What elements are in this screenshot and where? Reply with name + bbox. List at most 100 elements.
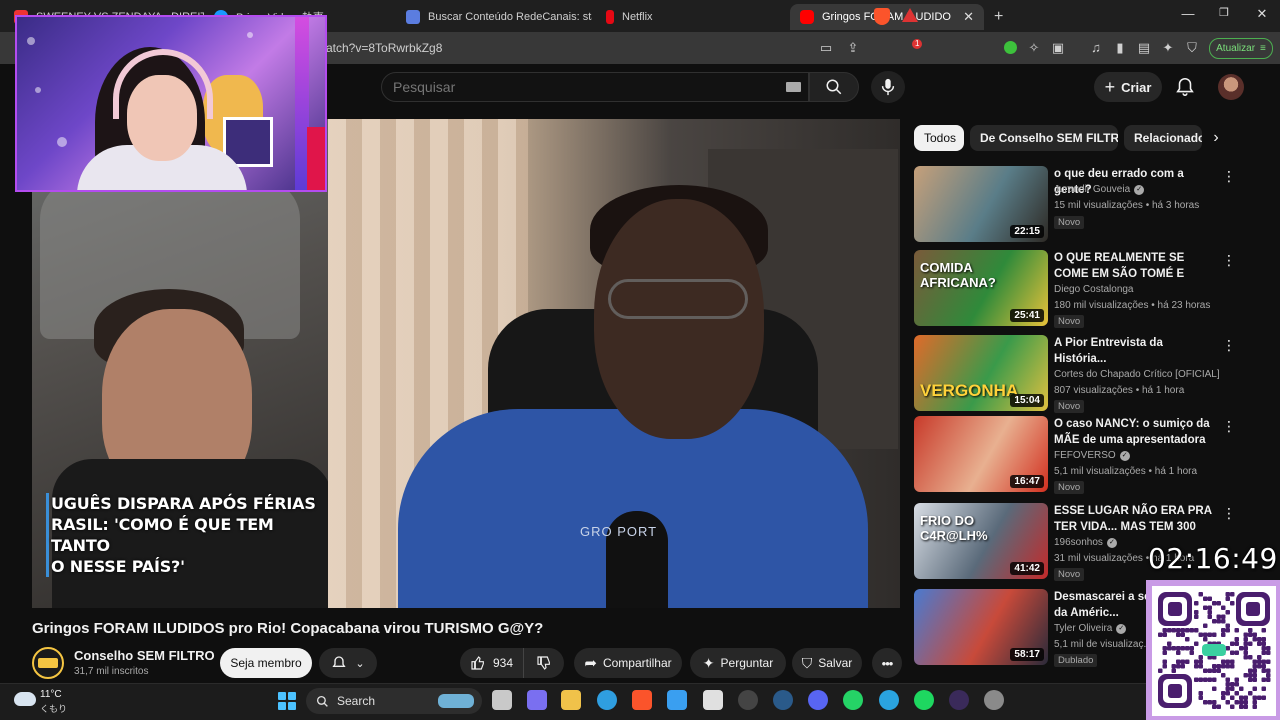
extension-status-icon[interactable]	[1004, 41, 1017, 54]
settings-gear-icon[interactable]	[984, 690, 1004, 710]
keyboard-icon[interactable]	[786, 82, 801, 92]
more-vert-icon[interactable]: ⋮	[1222, 168, 1236, 184]
chip-all[interactable]: Todos	[914, 125, 964, 151]
video-thumbnail[interactable]: 22:15	[914, 166, 1048, 242]
spotify-icon[interactable]	[914, 690, 934, 710]
brave-rewards-icon[interactable]	[902, 8, 918, 22]
video-thumbnail[interactable]: 58:17	[914, 589, 1048, 665]
recommendation-item[interactable]: COMIDA AFRICANA? 25:41 O QUE REALMENTE SE …	[914, 250, 1254, 328]
recommendation-channel[interactable]: FEFOVERSO ✓	[1054, 450, 1130, 461]
update-button[interactable]: Atualizar ≡	[1209, 38, 1273, 59]
recommendation-item[interactable]: 16:47 O caso NANCY: o sumiço da MÃE de um…	[914, 416, 1254, 494]
edge-icon[interactable]	[597, 690, 617, 710]
recommendation-item[interactable]: VERGONHA 15:04 A Pior Entrevista da Histór…	[914, 335, 1254, 413]
video-thumbnail[interactable]: VERGONHA 15:04	[914, 335, 1048, 411]
taskbar-search[interactable]: Search	[306, 688, 482, 714]
screenshot-icon[interactable]: ▣	[1050, 40, 1066, 56]
media-icon[interactable]: ♫	[1088, 40, 1104, 56]
qr-module	[1230, 704, 1235, 709]
temperature[interactable]: 11°C	[40, 689, 62, 700]
cloud-icon[interactable]	[14, 692, 36, 706]
steam-icon[interactable]	[773, 690, 793, 710]
app-icon[interactable]	[703, 690, 723, 710]
qr-module	[1207, 614, 1212, 619]
tab-netflix[interactable]: Netflix	[596, 4, 786, 30]
like-button[interactable]: 934	[460, 648, 524, 678]
url-text[interactable]: atch?v=8ToRwrbkZg8	[326, 41, 442, 55]
chip-related[interactable]: Relacionado	[1124, 125, 1202, 151]
qr-module	[1225, 664, 1230, 669]
discord-icon[interactable]	[808, 690, 828, 710]
tab-redecanais[interactable]: Buscar Conteúdo RedeCanais: star tre	[396, 4, 592, 30]
qr-module	[1252, 637, 1257, 642]
qr-module	[1257, 695, 1262, 700]
recommendation-meta: 807 visualizações • há 1 hora	[1054, 385, 1185, 396]
more-vert-icon[interactable]: ⋮	[1222, 505, 1236, 521]
more-actions-button[interactable]: •••	[872, 648, 902, 678]
ai-icon[interactable]: ✦	[1160, 40, 1176, 56]
minimize-icon[interactable]: —	[1178, 6, 1198, 21]
qr-module	[1167, 646, 1172, 651]
brave-icon[interactable]	[632, 690, 652, 710]
extensions-icon[interactable]: ✧	[1026, 40, 1042, 56]
recommendation-title[interactable]: O QUE REALMENTE SE COME EM SÃO TOMÉ E PR…	[1054, 250, 1218, 282]
save-button[interactable]: ⛉ Salvar	[792, 648, 862, 678]
recommendation-channel[interactable]: Tyler Oliveira ✓	[1054, 623, 1127, 634]
recommendation-channel[interactable]: Diego Costalonga	[1054, 284, 1134, 295]
windows-start-icon[interactable]	[278, 692, 296, 710]
close-tab-icon[interactable]: ✕	[963, 9, 974, 25]
search-button[interactable]	[809, 72, 859, 102]
wallet-icon[interactable]: ▤	[1136, 40, 1152, 56]
video-thumbnail[interactable]: 16:47	[914, 416, 1048, 492]
video-thumbnail[interactable]: COMIDA AFRICANA? 25:41	[914, 250, 1048, 326]
video-right-panel: GRO PORT	[328, 119, 900, 608]
create-button[interactable]: + Criar	[1094, 72, 1162, 102]
new-tab-button[interactable]: +	[990, 4, 1014, 30]
recommendation-title[interactable]: A Pior Entrevista da História...	[1054, 335, 1218, 367]
chevron-right-icon[interactable]: ›	[1206, 128, 1226, 148]
recommendation-title[interactable]: O caso NANCY: o sumiço da MÃE de uma apr…	[1054, 416, 1218, 448]
qr-module	[1239, 686, 1244, 691]
channel-avatar[interactable]	[32, 647, 64, 679]
obs-icon[interactable]	[949, 690, 969, 710]
cast-icon[interactable]: ▭	[818, 40, 834, 56]
share-button[interactable]: ➦ Compartilhar	[574, 648, 682, 678]
copilot-icon[interactable]	[527, 690, 547, 710]
ask-button[interactable]: ✦ Perguntar	[690, 648, 786, 678]
chrome-icon[interactable]	[738, 690, 758, 710]
qr-module	[1225, 628, 1230, 633]
vpn-icon[interactable]: ⛉	[1184, 40, 1200, 56]
brave-shield-icon[interactable]	[874, 8, 890, 25]
recommendation-channel[interactable]: Cortes do Chapado Crítico [OFICIAL]	[1054, 369, 1220, 380]
video-thumbnail[interactable]: FRIO DO C4R@LH% 41:42	[914, 503, 1048, 579]
video-player[interactable]: UGUÊS DISPARA APÓS FÉRIAS RASIL: 'COMO É…	[32, 119, 900, 608]
channel-name[interactable]: Conselho SEM FILTRO	[74, 648, 215, 663]
file-explorer-icon[interactable]	[561, 690, 581, 710]
recommendation-item[interactable]: 22:15 o que deu errado com a gente? Jurand…	[914, 166, 1254, 244]
qr-module	[1198, 664, 1203, 669]
recommendation-title[interactable]: ESSE LUGAR NÃO ERA PRA TER VIDA... MAS T…	[1054, 503, 1218, 535]
whatsapp-icon[interactable]	[843, 690, 863, 710]
recommendation-channel[interactable]: Jurandir Gouveia ✓	[1054, 184, 1145, 195]
more-vert-icon[interactable]: ⋮	[1222, 252, 1236, 268]
voice-search-button[interactable]	[871, 71, 905, 103]
maximize-icon[interactable]: ❐	[1214, 6, 1234, 19]
search-input[interactable]	[393, 79, 763, 95]
telegram-icon[interactable]	[879, 690, 899, 710]
user-avatar[interactable]	[1218, 74, 1244, 100]
join-button[interactable]: Seja membro	[220, 648, 312, 678]
chip-channel[interactable]: De Conselho SEM FILTRO	[970, 125, 1118, 151]
task-view-icon[interactable]	[492, 690, 512, 710]
more-vert-icon[interactable]: ⋮	[1222, 418, 1236, 434]
dislike-button[interactable]	[524, 648, 564, 678]
recommendation-channel[interactable]: 196sonhos ✓	[1054, 537, 1117, 548]
more-vert-icon[interactable]: ⋮	[1222, 337, 1236, 353]
share-icon[interactable]: ⇪	[845, 40, 861, 56]
store-icon[interactable]	[667, 690, 687, 710]
qr-module	[1252, 664, 1257, 669]
close-window-icon[interactable]: ✕	[1252, 6, 1272, 22]
subscription-notification-button[interactable]: ⌄	[319, 648, 377, 678]
sidebar-icon[interactable]: ▮	[1112, 40, 1128, 56]
weather-condition[interactable]: くもり	[40, 702, 67, 715]
notifications-bell-icon[interactable]	[1174, 76, 1196, 98]
